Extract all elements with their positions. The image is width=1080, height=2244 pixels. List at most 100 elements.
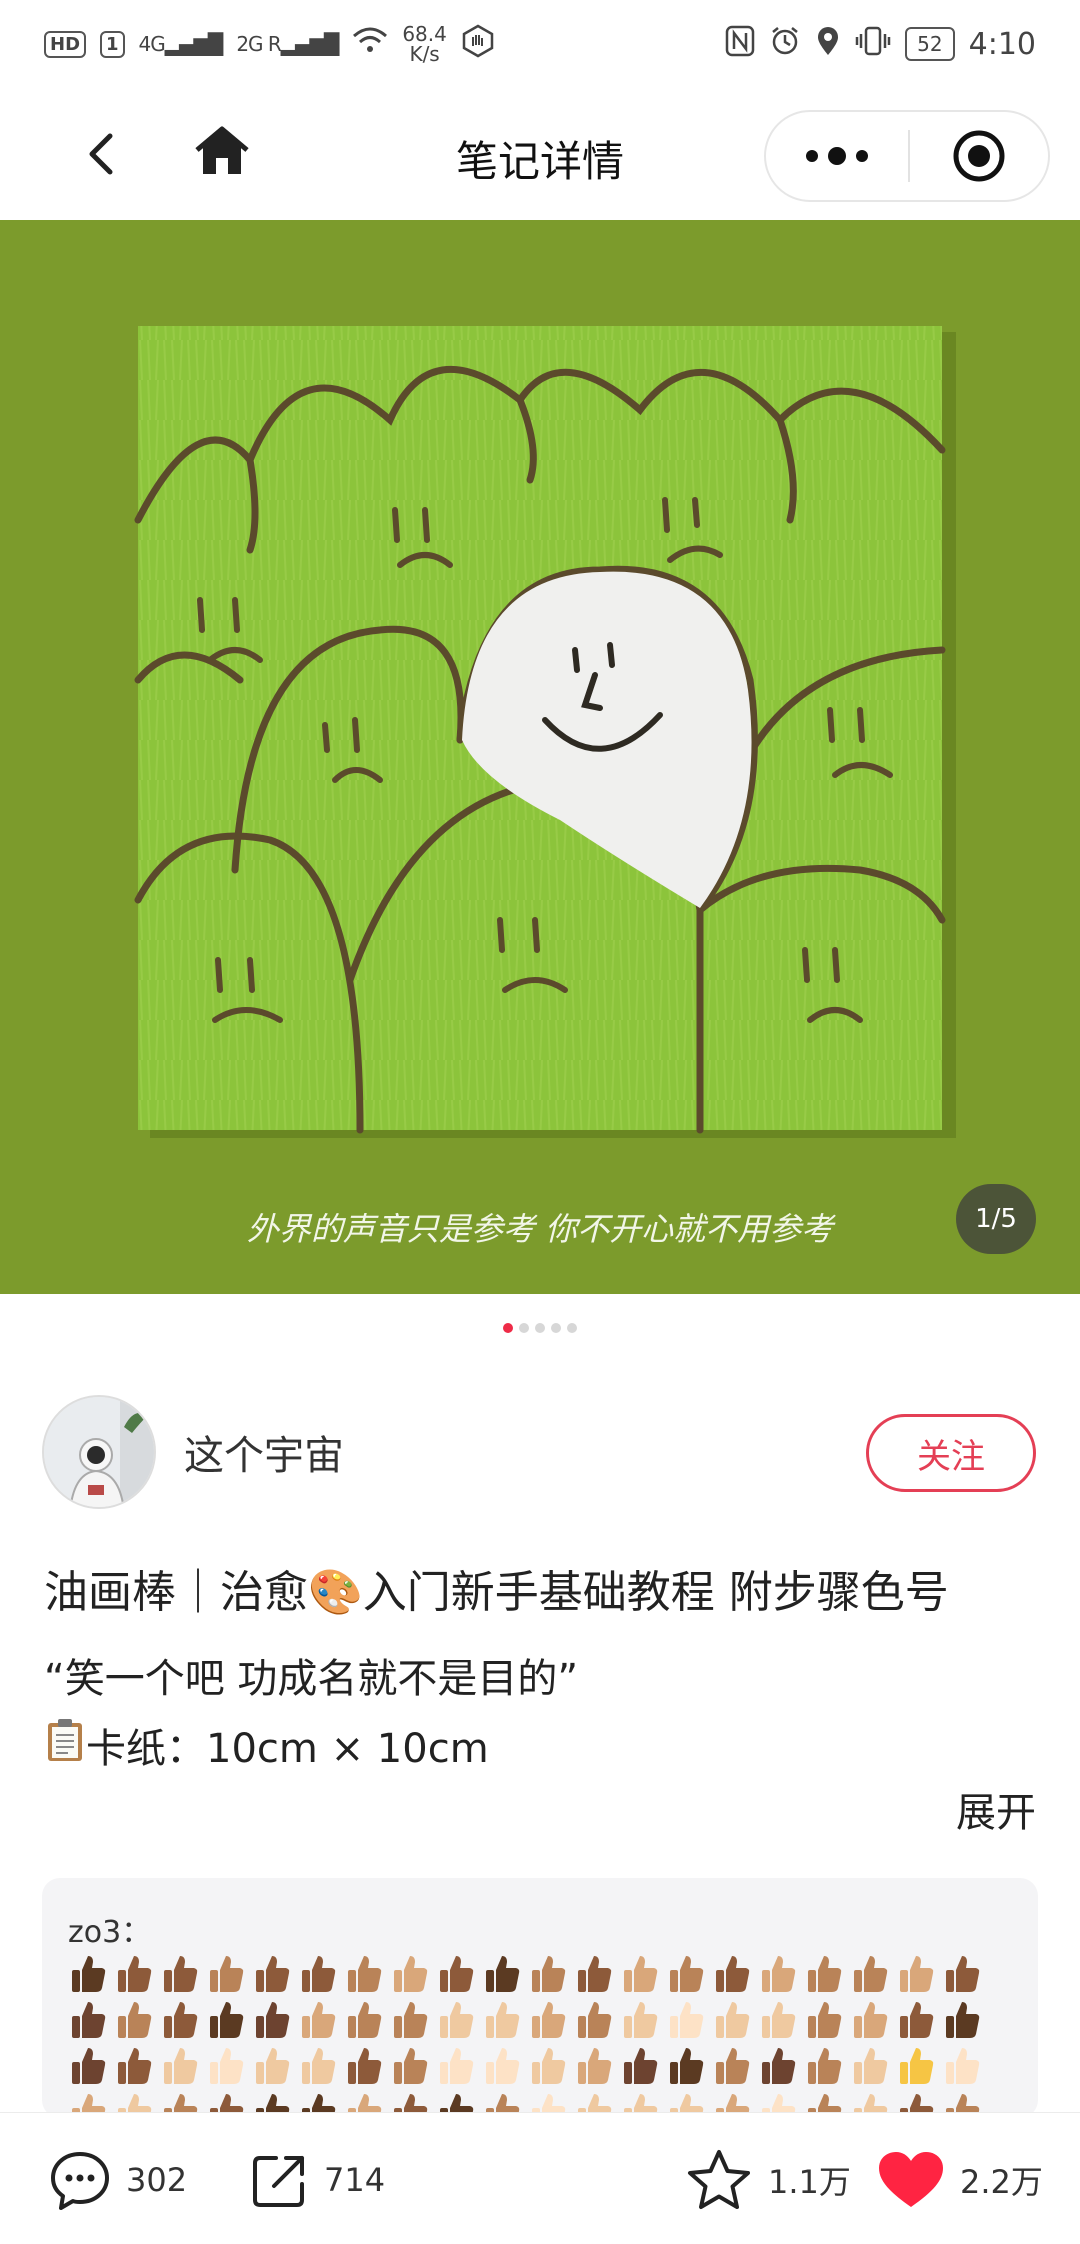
thumbs-up-icon xyxy=(716,2002,750,2038)
thumbs-up-icon xyxy=(578,2002,612,2038)
thumbs-up-icon xyxy=(532,2048,566,2084)
thumbs-up-icon xyxy=(118,2048,152,2084)
share-action[interactable]: 714 xyxy=(250,2145,385,2215)
avatar[interactable] xyxy=(42,1395,156,1509)
thumbs-up-icon xyxy=(808,2048,842,2084)
hand-icon xyxy=(461,24,495,65)
thumbs-up-icon xyxy=(808,1956,842,1992)
back-button[interactable] xyxy=(70,122,134,186)
follow-button[interactable]: 关注 xyxy=(866,1414,1036,1492)
image-caption: 外界的声音只是参考 你不开心就不用参考 xyxy=(246,1210,834,1248)
sim-icon: 1 xyxy=(100,30,125,58)
status-bar: HD 1 4G▂▄▆█ 2G R▂▄▆█ 68.4 K/s 52 4:10 xyxy=(0,0,1080,88)
home-button[interactable] xyxy=(190,120,254,184)
mini-program-capsule xyxy=(764,110,1050,202)
thumbs-up-icon xyxy=(256,2048,290,2084)
share-icon xyxy=(253,2156,304,2207)
carousel-dot[interactable] xyxy=(535,1323,545,1333)
thumbs-up-icon xyxy=(624,1956,658,1992)
thumbs-up-icon xyxy=(210,2048,244,2084)
thumbs-up-icon xyxy=(348,1956,382,1992)
like-action[interactable]: 2.2万 xyxy=(876,2145,1043,2215)
carousel-dot[interactable] xyxy=(567,1323,577,1333)
expand-button[interactable]: 展开 xyxy=(956,1780,1036,1838)
status-left: HD 1 4G▂▄▆█ 2G R▂▄▆█ 68.4 K/s xyxy=(44,24,495,65)
thumbs-up-icon xyxy=(946,2002,980,2038)
more-button[interactable] xyxy=(766,112,908,200)
comment-user: zo3： xyxy=(68,1915,152,1950)
battery-icon: 52 xyxy=(905,27,955,61)
card-size-text: 卡纸：10cm × 10cm xyxy=(86,1726,489,1772)
image-counter: 1/5 xyxy=(956,1184,1036,1254)
thumbs-up-icon xyxy=(900,1956,934,1992)
thumbs-up-icon xyxy=(164,1956,198,1992)
thumbs-up-icon xyxy=(486,2002,520,2038)
thumbs-up-icon xyxy=(486,2048,520,2084)
share-count: 714 xyxy=(324,2161,386,2199)
thumbs-up-icon xyxy=(808,2002,842,2038)
comment-count: 302 xyxy=(126,2161,188,2199)
net2-label: 2G R xyxy=(236,32,281,56)
collect-count: 1.1万 xyxy=(768,2163,851,2201)
thumbs-up-icon xyxy=(302,2002,336,2038)
nav-bar: 笔记详情 xyxy=(0,88,1080,220)
thumbs-up-icon xyxy=(762,2048,796,2084)
nfc-icon xyxy=(725,25,755,64)
close-button[interactable] xyxy=(910,112,1048,200)
more-dot-center xyxy=(828,147,846,165)
vibrate-icon xyxy=(855,25,891,64)
signal-2g-icon: 2G R▂▄▆█ xyxy=(236,32,339,56)
thumbs-up-icon xyxy=(394,2002,428,2038)
thumbs-up-icon xyxy=(532,2002,566,2038)
thumbs-up-icon xyxy=(302,2048,336,2084)
thumbs-up-icon xyxy=(624,2002,658,2038)
alarm-icon xyxy=(769,25,801,64)
thumbs-up-icon xyxy=(854,2048,888,2084)
comment-action[interactable]: 302 xyxy=(48,2145,187,2215)
painting-image xyxy=(0,220,1080,1294)
thumbs-up-icon xyxy=(946,1956,980,1992)
thumbs-up-icon xyxy=(256,2002,290,2038)
location-icon xyxy=(815,25,841,64)
page-title: 笔记详情 xyxy=(455,137,624,186)
comment-preview[interactable]: zo3： xyxy=(42,1878,1038,2118)
thumbs-up-icon xyxy=(302,1956,336,1992)
thumbs-up-icon xyxy=(440,2002,474,2038)
speed-unit: K/s xyxy=(409,42,440,66)
more-dot xyxy=(806,150,818,162)
status-right: 52 4:10 xyxy=(725,25,1036,64)
carousel-dot-active[interactable] xyxy=(503,1323,513,1333)
author-name[interactable]: 这个宇宙 xyxy=(184,1423,344,1481)
thumbs-up-icon xyxy=(578,1956,612,1992)
thumbs-up-icon xyxy=(394,2048,428,2084)
thumbs-up-icon xyxy=(670,1956,704,1992)
carousel-dot[interactable] xyxy=(519,1323,529,1333)
astronaut-avatar-image xyxy=(44,1397,154,1507)
thumbs-up-icon xyxy=(348,2048,382,2084)
thumbs-up-emojis xyxy=(68,1952,998,2118)
hd-icon: HD xyxy=(44,30,87,58)
thumbs-up-icon xyxy=(210,2002,244,2038)
carousel-dot[interactable] xyxy=(551,1323,561,1333)
net1-label: 4G xyxy=(138,32,166,56)
thumbs-up-icon xyxy=(854,1956,888,1992)
star-icon xyxy=(688,2150,750,2209)
title-text-2: 入门新手基础教程 附步骤色号 xyxy=(362,1567,949,1618)
thumbs-up-icon xyxy=(440,2048,474,2084)
thumbs-up-icon xyxy=(900,2048,934,2084)
author-row: 这个宇宙 关注 xyxy=(42,1394,1042,1510)
thumbs-up-icon xyxy=(624,2048,658,2084)
note-image-carousel[interactable]: 外界的声音只是参考 你不开心就不用参考 xyxy=(0,220,1080,1294)
thumbs-up-icon xyxy=(164,2002,198,2038)
collect-action[interactable]: 1.1万 xyxy=(684,2145,851,2215)
bottom-action-bar: 302 714 1.1万 2.2万 xyxy=(0,2112,1080,2244)
close-target-icon xyxy=(953,130,1005,182)
thumbs-up-icon xyxy=(118,2002,152,2038)
comment-bubble-icon xyxy=(51,2152,109,2210)
thumbs-up-icon xyxy=(762,1956,796,1992)
signal-4g-icon: 4G▂▄▆█ xyxy=(138,32,224,56)
thumbs-up-icon xyxy=(72,2002,106,2038)
clipboard-icon xyxy=(44,1717,86,1773)
wifi-icon xyxy=(352,26,388,63)
thumbs-up-icon xyxy=(716,2048,750,2084)
